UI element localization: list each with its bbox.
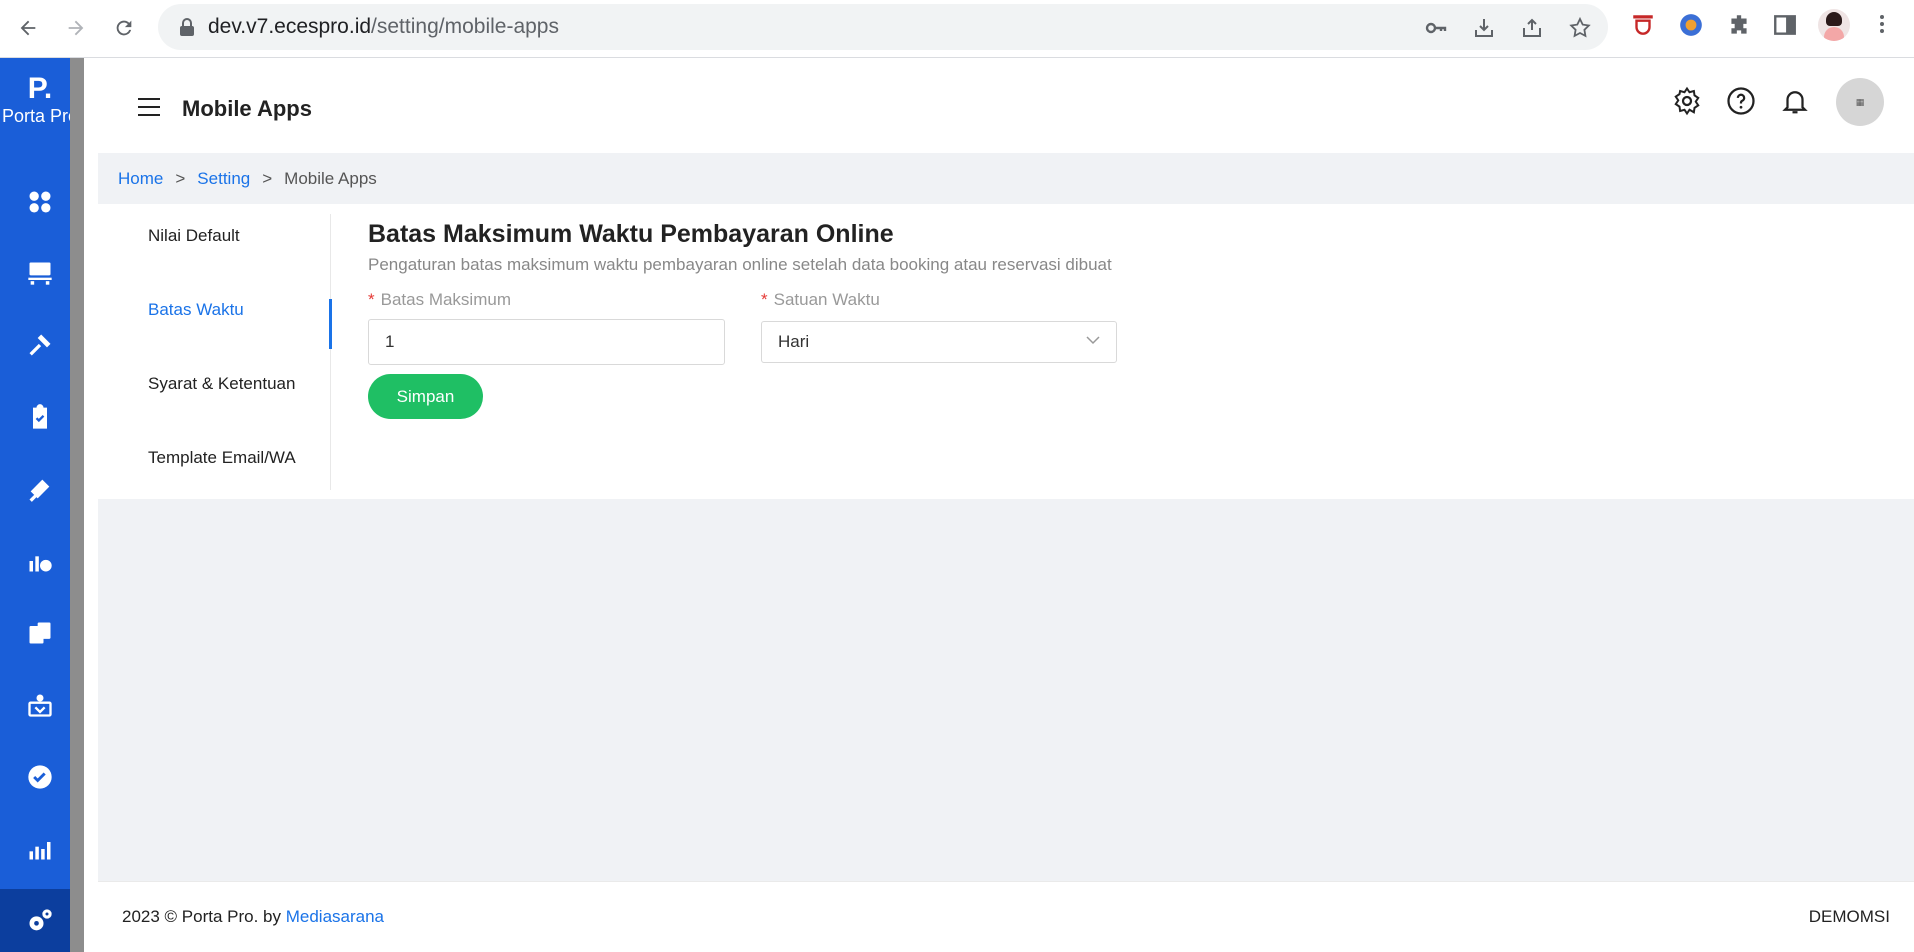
footer-company-link[interactable]: Mediasarana	[286, 907, 384, 926]
nav-tools[interactable]	[25, 330, 55, 360]
time-unit-value: Hari	[778, 332, 810, 351]
max-limit-input[interactable]: 1	[368, 319, 725, 365]
gear-icon	[1674, 86, 1700, 116]
time-unit-select[interactable]: Hari	[761, 321, 1117, 363]
arrow-left-icon	[20, 20, 36, 36]
finance-icon	[29, 556, 52, 572]
side-panel-icon[interactable]	[1772, 12, 1798, 38]
report-icon	[29, 842, 51, 860]
avatar-label: ▦	[1855, 96, 1865, 107]
nav-report[interactable]	[25, 834, 55, 864]
max-limit-value: 1	[385, 332, 395, 351]
payment-limit-form: Batas Maksimum Waktu Pembayaran Online P…	[368, 220, 1112, 275]
chevron-down-icon	[1086, 336, 1100, 345]
menu-item-template-email-wa[interactable]: Template Email/WA	[148, 448, 296, 468]
lock-icon	[180, 18, 194, 36]
max-limit-label: * Batas Maksimum	[368, 290, 511, 309]
app-sidebar: P. Porta Pro	[0, 58, 84, 952]
porta-pro-logo[interactable]: P. Porta Pro	[0, 72, 80, 126]
dashboard-icon	[29, 191, 51, 213]
tools-icon	[29, 334, 51, 356]
bell-icon	[1782, 91, 1808, 114]
url-text: dev.v7.ecespro.id/setting/mobile-apps	[208, 15, 559, 38]
reload-button[interactable]	[106, 10, 142, 46]
breadcrumb-home[interactable]: Home	[118, 169, 163, 188]
marketing-icon	[29, 479, 50, 502]
breadcrumb-separator: >	[262, 169, 273, 188]
header-settings-button[interactable]	[1672, 86, 1702, 116]
footer-copyright: 2023 © Porta Pro. by Mediasarana	[122, 907, 385, 926]
footer-tenant: DEMOMSI	[1808, 907, 1890, 926]
install-icon[interactable]	[1472, 16, 1496, 40]
verified-icon	[28, 765, 52, 789]
breadcrumb-current: Mobile Apps	[284, 169, 377, 188]
app-header: Mobile Apps ▦	[98, 58, 1914, 153]
help-icon	[1727, 87, 1755, 115]
user-avatar[interactable]: ▦	[1836, 78, 1884, 126]
browser-toolbar: dev.v7.ecespro.id/setting/mobile-apps	[0, 0, 1914, 58]
back-button[interactable]	[10, 10, 46, 46]
menu-item-batas-waktu[interactable]: Batas Waktu	[148, 300, 244, 320]
footer: 2023 © Porta Pro. by Mediasarana DEMOMSI	[98, 881, 1914, 952]
logo-mark: P.	[27, 72, 53, 105]
more-vert-icon[interactable]	[1870, 12, 1894, 36]
nav-network[interactable]	[25, 690, 55, 720]
arrow-right-icon	[68, 20, 84, 36]
page-title: Mobile Apps	[182, 96, 312, 121]
settings-menu: Nilai Default Batas Waktu Syarat & Keten…	[98, 214, 332, 490]
notifications-button[interactable]	[1780, 86, 1810, 116]
profile-body	[1824, 27, 1844, 41]
network-icon	[28, 694, 52, 717]
key-icon[interactable]	[1424, 16, 1448, 40]
nav-finance[interactable]	[25, 546, 55, 576]
help-button[interactable]	[1726, 86, 1756, 116]
share-icon[interactable]	[1520, 16, 1544, 40]
breadcrumb-separator: >	[175, 169, 186, 188]
breadcrumb-setting[interactable]: Setting	[197, 169, 250, 188]
profile-avatar[interactable]	[1818, 9, 1850, 41]
settings-icon	[29, 909, 52, 931]
sidebar-scrollbar[interactable]	[70, 58, 84, 952]
menu-toggle-icon[interactable]	[138, 98, 160, 118]
form-description: Pengaturan batas maksimum waktu pembayar…	[368, 255, 1112, 274]
billing-icon	[29, 622, 51, 644]
extension-globe-icon[interactable]	[1678, 12, 1704, 38]
logo-text: Porta Pro	[1, 106, 79, 126]
nav-front-desk[interactable]	[25, 258, 55, 288]
forward-button[interactable]	[58, 10, 94, 46]
settings-panel: Nilai Default Batas Waktu Syarat & Keten…	[98, 204, 1914, 499]
required-mark: *	[761, 290, 768, 309]
profile-hair	[1826, 12, 1842, 26]
nav-settings[interactable]	[25, 906, 55, 936]
menu-item-syarat-ketentuan[interactable]: Syarat & Ketentuan	[148, 374, 295, 394]
nav-verified[interactable]	[25, 762, 55, 792]
bookmark-star-icon[interactable]	[1568, 16, 1592, 40]
reload-icon	[116, 20, 132, 36]
breadcrumb: Home > Setting > Mobile Apps	[118, 169, 377, 189]
puzzle-icon[interactable]	[1726, 12, 1752, 38]
form-title: Batas Maksimum Waktu Pembayaran Online	[368, 220, 894, 248]
main-content: Home > Setting > Mobile Apps Nilai Default B…	[98, 153, 1914, 881]
nav-billing[interactable]	[25, 618, 55, 648]
extension-shield-icon[interactable]	[1630, 12, 1656, 38]
required-mark: *	[368, 290, 375, 309]
address-bar[interactable]: dev.v7.ecespro.id/setting/mobile-apps	[158, 4, 1608, 50]
save-button[interactable]: Simpan	[368, 374, 483, 419]
time-unit-label: * Satuan Waktu	[761, 290, 880, 309]
nav-marketing[interactable]	[25, 474, 55, 504]
front-desk-icon	[28, 262, 52, 285]
clipboard-icon	[33, 404, 47, 429]
nav-dashboard[interactable]	[25, 187, 55, 217]
nav-clipboard[interactable]	[25, 402, 55, 432]
menu-active-indicator	[329, 299, 332, 349]
menu-item-nilai-default[interactable]: Nilai Default	[148, 226, 240, 246]
